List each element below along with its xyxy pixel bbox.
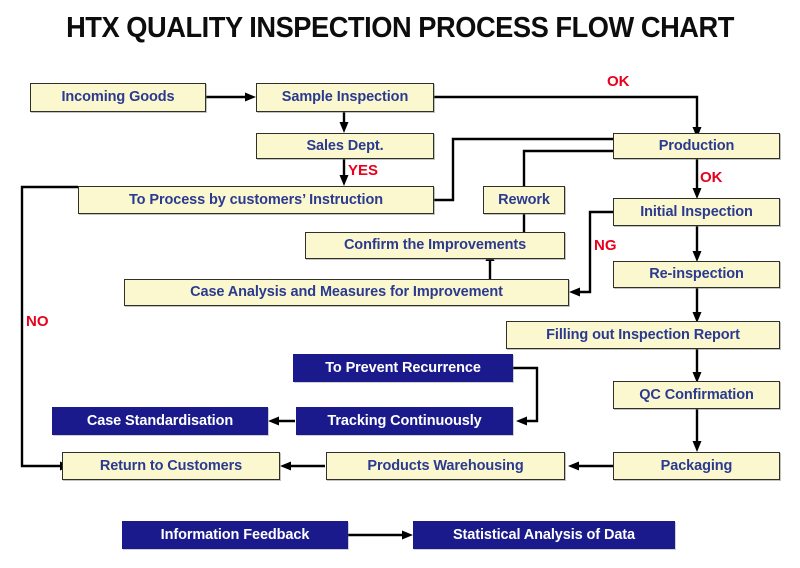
- node-products-warehousing[interactable]: Products Warehousing: [326, 452, 565, 480]
- edge-label-yes: YES: [348, 162, 379, 179]
- arrowhead-packaging-to-warehousing: [568, 461, 579, 471]
- edge-sample-to-production: [434, 95, 699, 129]
- node-confirm-the-improvements[interactable]: Confirm the Improvements: [305, 232, 565, 259]
- node-rework[interactable]: Rework: [483, 186, 565, 214]
- node-sample-inspection[interactable]: Sample Inspection: [256, 83, 434, 112]
- node-sales-dept[interactable]: Sales Dept.: [256, 133, 434, 159]
- node-statistical-analysis-of-data[interactable]: Statistical Analysis of Data: [413, 521, 675, 549]
- arrowhead-prevent-to-tracking: [516, 416, 527, 426]
- node-filling-out-inspection-report[interactable]: Filling out Inspection Report: [506, 321, 780, 349]
- page-title: HTX QUALITY INSPECTION PROCESS FLOW CHAR…: [66, 12, 734, 44]
- node-case-analysis-and-measures-for-improvement[interactable]: Case Analysis and Measures for Improveme…: [124, 279, 569, 306]
- node-production[interactable]: Production: [613, 133, 780, 159]
- arrowhead-feedback-to-statistical: [402, 530, 413, 540]
- node-to-process-by-customers-instruction[interactable]: To Process by customers’ Instruction: [78, 186, 434, 214]
- node-incoming-goods[interactable]: Incoming Goods: [30, 83, 206, 112]
- node-re-inspection[interactable]: Re-inspection: [613, 261, 780, 288]
- node-qc-confirmation[interactable]: QC Confirmation: [613, 381, 780, 409]
- edge-label-ok-top: OK: [607, 73, 630, 90]
- node-tracking-continuously[interactable]: Tracking Continuously: [296, 407, 513, 435]
- arrowhead-tracking-to-standardisation: [268, 416, 279, 426]
- node-return-to-customers[interactable]: Return to Customers: [62, 452, 280, 480]
- edge-label-no: NO: [26, 313, 49, 330]
- edge-prevent-to-tracking: [513, 366, 539, 423]
- flowchart-canvas: HTX QUALITY INSPECTION PROCESS FLOW CHAR…: [0, 0, 800, 568]
- edge-label-ng: NG: [594, 237, 617, 254]
- arrowhead-initial-to-case-analysis: [569, 287, 580, 297]
- node-to-prevent-recurrence[interactable]: To Prevent Recurrence: [293, 354, 513, 382]
- arrowhead-incoming-to-sample: [245, 92, 256, 102]
- node-information-feedback[interactable]: Information Feedback: [122, 521, 348, 549]
- node-case-standardisation[interactable]: Case Standardisation: [52, 407, 268, 435]
- edge-label-ok-production: OK: [700, 169, 723, 186]
- arrowhead-warehousing-to-return: [280, 461, 291, 471]
- arrowhead-sample-to-sales: [339, 122, 349, 133]
- arrowhead-qc-to-packaging: [692, 441, 702, 452]
- node-initial-inspection[interactable]: Initial Inspection: [613, 198, 780, 226]
- node-packaging[interactable]: Packaging: [613, 452, 780, 480]
